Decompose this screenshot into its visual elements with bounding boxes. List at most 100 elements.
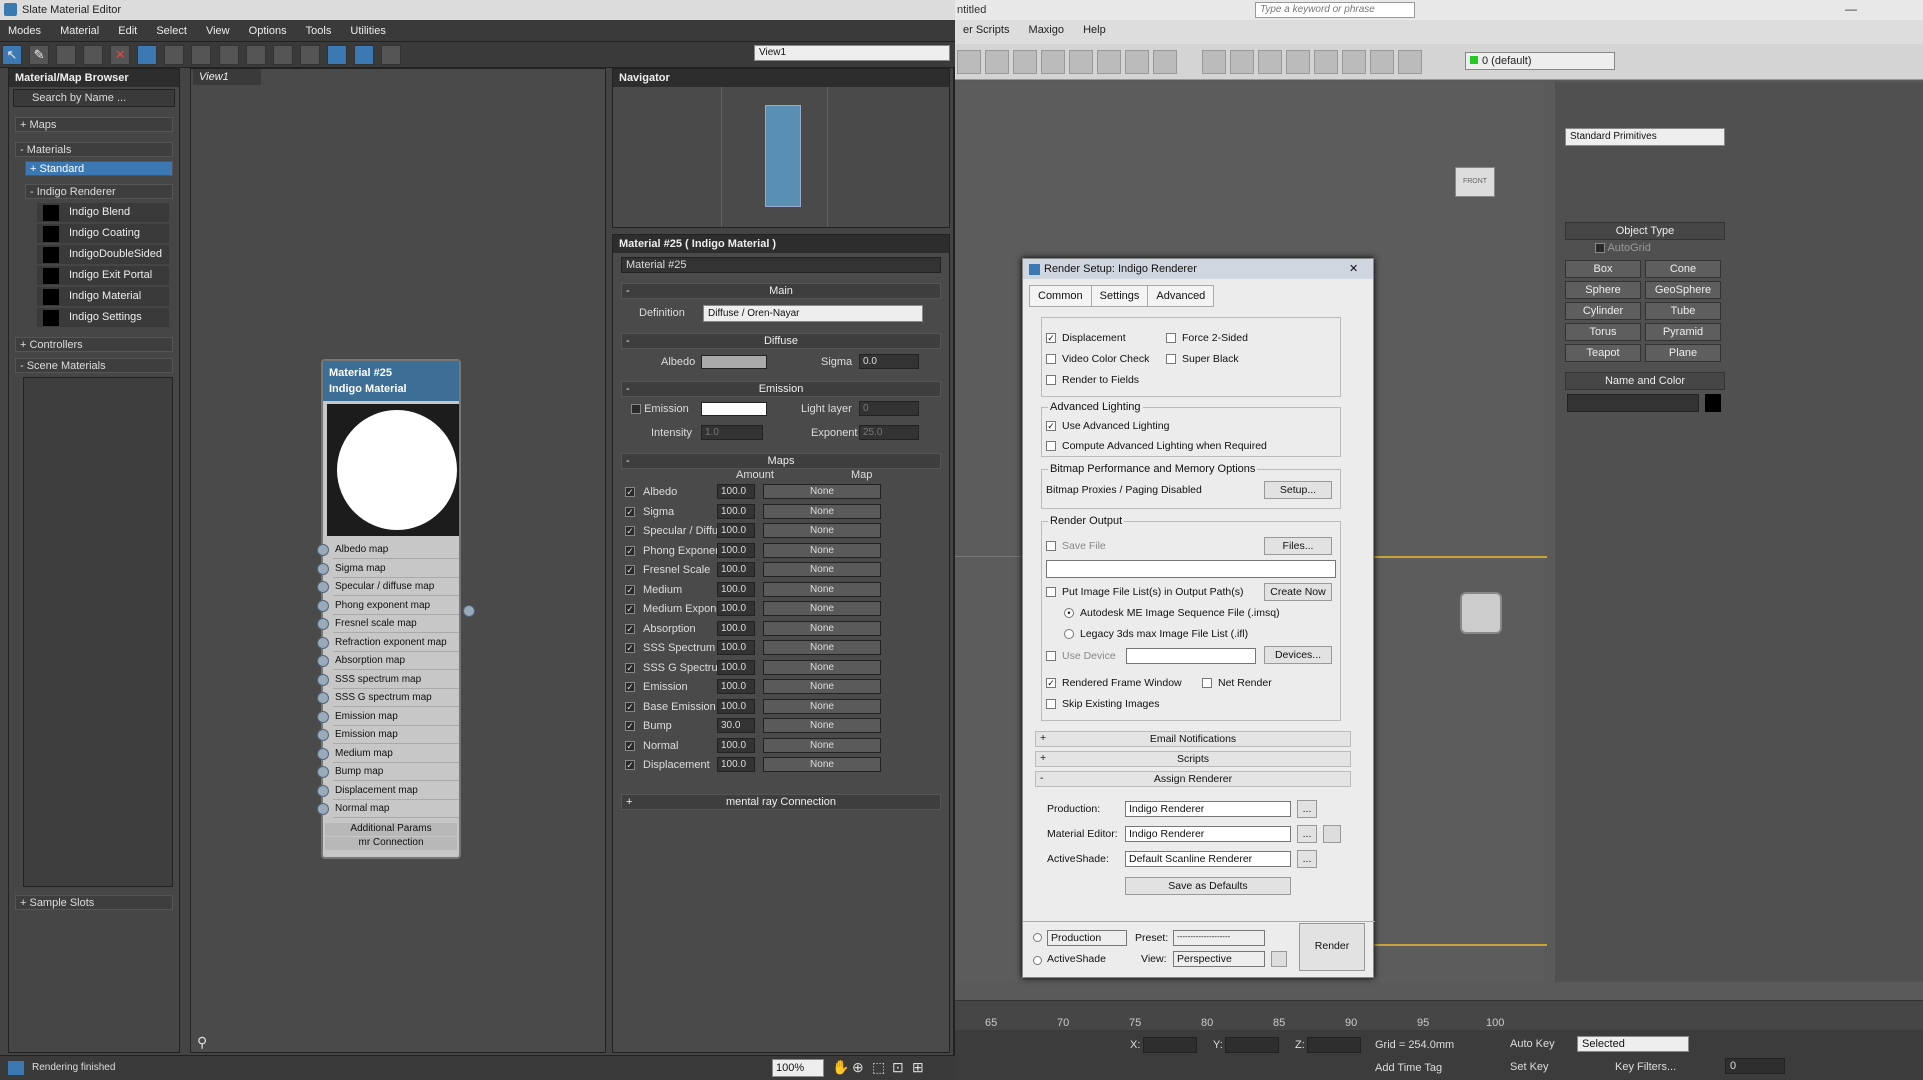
menu-edit[interactable]: Edit xyxy=(110,20,145,42)
definition-dropdown[interactable]: Diffuse / Oren-Nayar xyxy=(703,305,923,322)
key-mode-dropdown[interactable]: Selected xyxy=(1577,1036,1689,1052)
input-socket-icon[interactable] xyxy=(317,581,329,593)
amount-spinner[interactable]: 100.0 xyxy=(717,503,755,519)
map-button[interactable]: None xyxy=(763,484,881,499)
map-enable-checkbox[interactable]: ✓ xyxy=(625,604,635,614)
input-socket-icon[interactable] xyxy=(317,618,329,630)
list-item[interactable]: Indigo Blend xyxy=(37,203,169,222)
menu-utilities[interactable]: Utilities xyxy=(342,20,393,42)
compute-advanced-lighting-checkbox[interactable]: Compute Advanced Lighting when Required xyxy=(1046,440,1267,456)
viewcube[interactable]: FRONT xyxy=(1455,167,1495,197)
pick-material-icon[interactable]: ✎ xyxy=(29,45,50,65)
primitives-dropdown[interactable]: Standard Primitives xyxy=(1565,128,1725,146)
view-dropdown[interactable]: View1 xyxy=(754,45,950,61)
amount-spinner[interactable]: 100.0 xyxy=(717,523,755,538)
toolbar-icon[interactable] xyxy=(985,50,1009,74)
map-enable-checkbox[interactable]: ✓ xyxy=(625,662,635,673)
node-slot[interactable]: Phong exponent map xyxy=(317,597,459,615)
list-item[interactable]: Indigo Exit Portal xyxy=(37,266,169,285)
viewcube-3d-icon[interactable] xyxy=(1460,592,1502,634)
input-socket-icon[interactable] xyxy=(317,784,329,797)
assign-renderer-rollout[interactable]: - Assign Renderer xyxy=(1035,771,1351,787)
object-color-swatch[interactable] xyxy=(1705,394,1721,412)
node-slot[interactable]: Specular / diffuse map xyxy=(317,578,459,596)
render-to-fields-checkbox[interactable]: Render to Fields xyxy=(1046,374,1139,390)
input-socket-icon[interactable] xyxy=(317,544,329,556)
node-view[interactable]: View1 Material #25 Indigo Material Albed… xyxy=(190,68,606,1053)
choose-material-editor-button[interactable]: ... xyxy=(1297,825,1317,843)
tube-button[interactable]: Tube xyxy=(1645,302,1721,320)
select-tool-icon[interactable]: ↖ xyxy=(2,45,22,65)
map-button[interactable]: None xyxy=(763,620,881,636)
object-type-rollout[interactable]: Object Type xyxy=(1565,222,1725,240)
menu-select[interactable]: Select xyxy=(148,20,195,42)
tab-view1[interactable]: View1 xyxy=(193,69,261,85)
amount-spinner[interactable]: 100.0 xyxy=(717,659,755,675)
menu-view[interactable]: View xyxy=(198,20,238,42)
preset-dropdown[interactable]: -------------------- xyxy=(1173,930,1265,946)
menu-options[interactable]: Options xyxy=(241,20,295,42)
autogrid-checkbox[interactable]: AutoGrid xyxy=(1595,242,1651,254)
legacy-ifl-radio[interactable]: Legacy 3ds max Image File List (.ifl) xyxy=(1064,628,1248,644)
toolbar-icon[interactable] xyxy=(1314,50,1339,74)
list-item[interactable]: IndigoDoubleSided xyxy=(37,245,169,264)
parameter-editor-icon[interactable] xyxy=(353,45,374,65)
render-icon[interactable] xyxy=(1230,50,1255,74)
amount-spinner[interactable]: 100.0 xyxy=(717,757,755,772)
toolbar-icon[interactable] xyxy=(1153,50,1177,74)
map-enable-checkbox[interactable]: ✓ xyxy=(625,623,635,634)
frame-input[interactable]: 0 xyxy=(1725,1058,1785,1074)
input-socket-icon[interactable] xyxy=(317,803,329,815)
choose-activeshade-button[interactable]: ... xyxy=(1297,850,1317,868)
force-2-sided-checkbox[interactable]: Force 2-Sided xyxy=(1166,332,1248,348)
maps-group[interactable]: + Maps xyxy=(15,117,173,132)
put-image-file-list-checkbox[interactable]: Put Image File List(s) in Output Path(s) xyxy=(1046,586,1243,602)
material-name-input[interactable]: Material #25 xyxy=(621,257,941,273)
zoom-selected-icon[interactable]: ⊞ xyxy=(912,1059,924,1076)
production-radio[interactable] xyxy=(1033,933,1042,942)
controllers-group[interactable]: + Controllers xyxy=(15,337,173,352)
timeline[interactable]: 65 70 75 80 85 90 95 100 xyxy=(955,1000,1923,1030)
node-slot[interactable]: Fresnel scale map xyxy=(317,615,459,633)
map-enable-checkbox[interactable]: ✓ xyxy=(625,545,635,556)
node-slot[interactable]: Absorption map xyxy=(317,652,459,670)
teapot-button[interactable]: Teapot xyxy=(1565,344,1641,362)
node-slot[interactable]: Emission map xyxy=(317,726,459,744)
materials-group[interactable]: - Materials xyxy=(15,142,173,157)
zoom-region-icon[interactable]: ⬚ xyxy=(872,1059,885,1076)
intensity-spinner[interactable]: 1.0 xyxy=(701,425,763,440)
map-enable-checkbox[interactable]: ✓ xyxy=(625,526,635,536)
x-coord-input[interactable] xyxy=(1143,1037,1197,1053)
map-button[interactable]: None xyxy=(763,503,881,519)
video-color-check-checkbox[interactable]: Video Color Check xyxy=(1046,353,1149,369)
input-socket-icon[interactable] xyxy=(317,562,329,575)
sphere-button[interactable]: Sphere xyxy=(1565,281,1641,299)
amount-spinner[interactable]: 100.0 xyxy=(717,581,755,597)
amount-spinner[interactable]: 100.0 xyxy=(717,562,755,577)
create-now-button[interactable]: Create Now xyxy=(1264,583,1332,601)
super-black-checkbox[interactable]: Super Black xyxy=(1166,353,1239,369)
cone-button[interactable]: Cone xyxy=(1645,260,1721,278)
list-item[interactable]: Indigo Settings xyxy=(37,308,169,327)
menu-scripts[interactable]: er Scripts xyxy=(955,20,1017,40)
render-setup-icon[interactable] xyxy=(1202,50,1227,74)
scene-materials-group[interactable]: - Scene Materials xyxy=(15,358,173,373)
set-key-button[interactable]: Set Key xyxy=(1510,1061,1549,1073)
move-children-icon[interactable] xyxy=(137,45,158,65)
layout-children-icon[interactable] xyxy=(299,45,320,65)
toolbar-icon[interactable] xyxy=(1258,50,1283,74)
node-slot[interactable]: Refraction exponent map xyxy=(317,634,459,652)
binoculars-icon[interactable]: ⚲ xyxy=(197,1034,207,1051)
search-input[interactable]: Type a keyword or phrase xyxy=(1255,2,1415,18)
cylinder-button[interactable]: Cylinder xyxy=(1565,302,1641,320)
node-slot[interactable]: Normal map xyxy=(317,800,459,818)
toolbar-icon[interactable] xyxy=(1097,50,1121,74)
toolbar-icon[interactable] xyxy=(1041,50,1065,74)
maps-rollout[interactable]: - Maps xyxy=(621,453,941,469)
object-name-input[interactable] xyxy=(1567,394,1699,412)
amount-spinner[interactable]: 100.0 xyxy=(717,737,755,753)
light-layer-spinner[interactable]: 0 xyxy=(859,401,919,416)
amount-spinner[interactable]: 100.0 xyxy=(717,601,755,616)
exponent-spinner[interactable]: 25.0 xyxy=(859,425,919,440)
scripts-rollout[interactable]: + Scripts xyxy=(1035,751,1351,767)
